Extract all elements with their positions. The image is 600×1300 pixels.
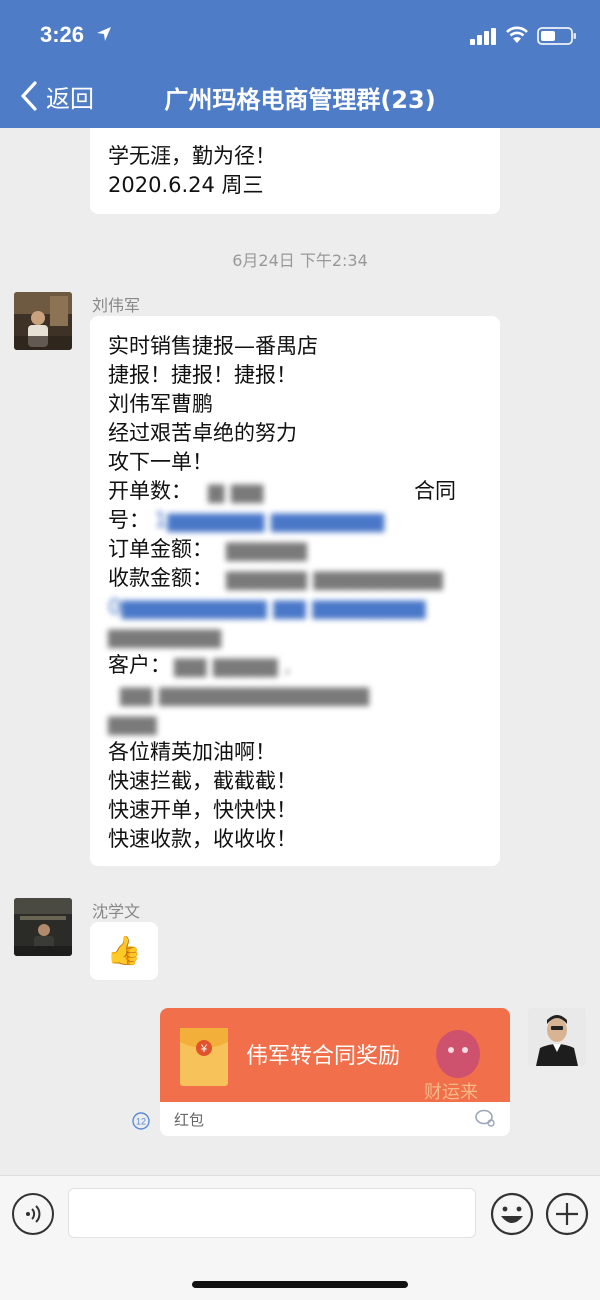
message-bubble-sales-report[interactable]: 实时销售捷报—番禺店 捷报！捷报！捷报！ 刘伟军曹鹏 经过艰苦卓绝的努力 攻下一… [90, 316, 500, 866]
redacted-text: ▆▆▆▆▆▆▆ [108, 624, 222, 648]
message-line: 经过艰苦卓绝的努力 [108, 421, 297, 445]
voice-icon [26, 1205, 41, 1223]
chat-title[interactable]: 广州玛格电商管理群(23) [0, 80, 600, 115]
top-bar: 3:26 返回 广州玛格电商管理群(23) [0, 0, 600, 128]
red-packet-banner: ¥ 伟军转合同奖励 财运来 [160, 1008, 510, 1102]
contract-label: 合同 [414, 479, 456, 503]
red-packet-title: 伟军转合同奖励 [246, 1044, 401, 1069]
red-envelope-icon: ¥ [180, 1028, 228, 1086]
location-arrow-icon [97, 27, 111, 41]
contract-number-label: 号： [108, 508, 150, 532]
voice-button[interactable] [12, 1193, 54, 1235]
wifi-icon [506, 26, 528, 43]
input-bar [0, 1175, 600, 1300]
plus-icon[interactable] [545, 1192, 589, 1236]
message-line: 各位精英加油啊！ [108, 740, 276, 764]
message-line: 刘伟军曹鹏 [108, 392, 213, 416]
red-packet-footer: 红包 [160, 1102, 510, 1136]
redacted-address: ▆▆ ▆▆▆▆▆▆▆▆▆▆▆▆▆ [120, 682, 369, 706]
red-packet-message[interactable]: ¥ 伟军转合同奖励 财运来 红包 [160, 1008, 510, 1136]
avatar-shen-xuewen[interactable] [14, 898, 72, 956]
wechat-work-logo-icon [475, 1109, 495, 1127]
message-line: 学无涯，勤为径！ [108, 144, 276, 168]
status-time: 3:26 [40, 22, 85, 47]
order-amount-label: 订单金额： [108, 537, 213, 561]
redacted-received-amount: ▆▆▆▆▆ ▆▆▆▆▆▆▆▆ [226, 566, 443, 590]
message-bubble-partial[interactable]: 学无涯，勤为径！ 2020.6.24 周三 [90, 128, 500, 214]
battery-icon [537, 27, 576, 45]
customer-label: 客户： [108, 653, 171, 677]
home-indicator [192, 1281, 408, 1288]
red-packet-label: 红包 [174, 1111, 205, 1129]
redacted-address: ▆▆▆ [108, 711, 157, 735]
redacted-order-amount: ▆▆▆▆▆ [226, 537, 307, 561]
message-line: 2020.6.24 周三 [108, 173, 264, 197]
message-line: 快速开单，快快快！ [108, 798, 297, 822]
avatar-liu-weijun[interactable] [14, 292, 72, 350]
message-timestamp: 6月24日 下午2:34 [232, 251, 368, 270]
redacted-contract-number-link[interactable]: 1▆▆▆▆▆▆ ▆▆▆▆▆▆▆ [154, 506, 384, 535]
mascot-text: 财运来 [424, 1082, 478, 1102]
sender-name: 沈学文 [92, 902, 141, 921]
avatar-self[interactable] [528, 1008, 586, 1066]
redacted-order-count: ▆ ▆▆ [208, 479, 264, 503]
thumbs-up-emoji: 👍 [106, 934, 142, 967]
message-line: 攻下一单！ [108, 450, 213, 474]
order-count-label: 开单数： [108, 479, 192, 503]
message-line: 快速拦截，截截截！ [108, 769, 297, 793]
message-line: 快速收款，收收收！ [108, 827, 297, 851]
message-input[interactable] [68, 1188, 476, 1238]
svg-text:12: 12 [136, 1117, 146, 1127]
redacted-link[interactable]: 0▆▆▆▆▆▆▆▆▆ ▆▆ ▆▆▆▆▆▆▆ [108, 593, 425, 622]
message-bubble-thumbs-up[interactable]: 👍 [90, 922, 158, 980]
sender-name: 刘伟军 [92, 296, 141, 315]
message-line: 实时销售捷报—番禺店 [108, 334, 318, 358]
status-bar: 3:26 [0, 0, 600, 70]
redacted-customer: ▆▆ ▆▆▆▆ , [174, 653, 291, 677]
emoji-icon[interactable] [490, 1192, 534, 1236]
horse-mascot-icon: 财运来 [424, 1030, 480, 1102]
message-line: 捷报！捷报！捷报！ [108, 363, 297, 387]
received-amount-label: 收款金额： [108, 566, 213, 590]
svg-text:¥: ¥ [200, 1043, 208, 1055]
signal-icon [470, 28, 496, 45]
unread-count-badge: 12 [132, 1112, 150, 1130]
